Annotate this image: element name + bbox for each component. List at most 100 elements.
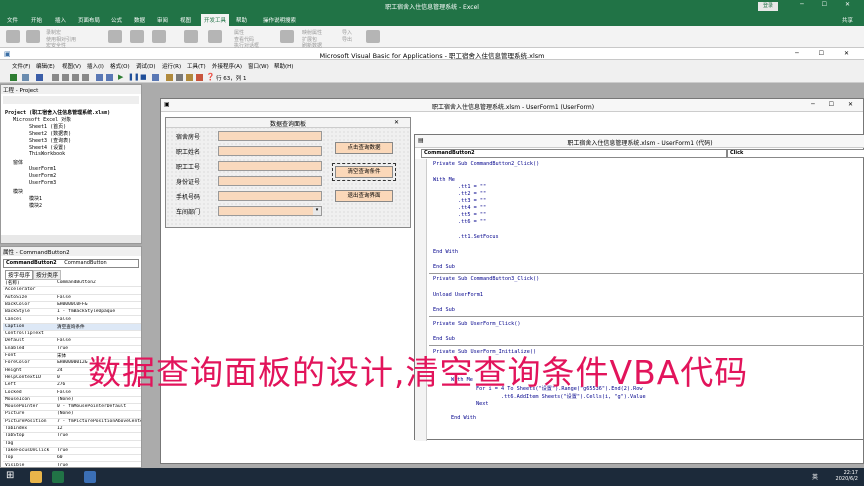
menu-file[interactable]: 文件(F) [12, 62, 30, 70]
tree-userform1[interactable]: UserForm1 [29, 166, 56, 172]
com-addins-icon[interactable] [152, 30, 166, 43]
properties-window-icon[interactable] [176, 74, 183, 81]
property-row[interactable]: TabStop True [3, 433, 141, 441]
property-row[interactable]: Tag [3, 441, 141, 448]
menu-debug[interactable]: 调试(D) [136, 62, 156, 70]
map-properties[interactable]: 映射属性 [302, 29, 322, 36]
tt6-department-combobox[interactable]: ▾ [218, 206, 322, 216]
menu-addins[interactable]: 外接程序(A) [212, 62, 242, 70]
tree-module2[interactable]: 模块2 [29, 202, 42, 209]
macros-icon[interactable] [26, 30, 40, 43]
tt1-room-input[interactable] [218, 131, 322, 141]
property-value[interactable]: 7 - fmPicturePositionAboveCenter [57, 419, 141, 424]
property-value[interactable]: False [57, 317, 141, 322]
insert-module-icon[interactable] [22, 74, 29, 81]
code-margin[interactable] [415, 159, 427, 441]
project-scrollbar[interactable] [1, 235, 141, 243]
help-icon[interactable]: ❓ [206, 73, 215, 81]
vba-taskbar-icon[interactable] [84, 471, 96, 483]
menu-format[interactable]: 格式(O) [110, 62, 130, 70]
menu-help[interactable]: 帮助(H) [274, 62, 293, 70]
property-row[interactable]: Caption 清空查询条件 [3, 323, 141, 332]
tab-insert[interactable]: 插入 [55, 16, 66, 24]
insert-control-icon[interactable] [184, 30, 198, 43]
properties-command[interactable]: 属性 [234, 29, 244, 36]
property-value[interactable]: 12 [57, 426, 141, 431]
tree-sheet2[interactable]: Sheet2 (数据表) [29, 130, 71, 137]
property-row[interactable]: PicturePosition 7 - fmPicturePositionAbov… [3, 419, 141, 426]
property-row[interactable]: AutoSize False [3, 295, 141, 302]
property-value[interactable]: (None) [57, 411, 141, 416]
property-row[interactable]: (名称) CommandButton2 [3, 280, 141, 288]
excel-icon[interactable] [10, 74, 17, 81]
object-browser-icon[interactable] [186, 74, 193, 81]
tab-categorized[interactable]: 按分类序 [33, 270, 62, 280]
share-button[interactable]: 共享 [842, 16, 853, 24]
vbe-window-controls[interactable]: ─ ☐ ✕ [795, 50, 858, 57]
tt4-idcard-input[interactable] [218, 176, 322, 186]
tab-formulas[interactable]: 公式 [111, 16, 122, 24]
object-dropdown[interactable]: CommandButton2 [421, 149, 727, 158]
tab-page-layout[interactable]: 页面布局 [78, 16, 100, 24]
break-icon[interactable]: ❚❚ [128, 73, 140, 81]
paste-icon[interactable] [72, 74, 79, 81]
reset-icon[interactable]: ■ [140, 73, 147, 81]
property-value[interactable]: 0 - fmMousePointerDefault [57, 404, 141, 409]
property-row[interactable]: MouseIcon (None) [3, 397, 141, 405]
property-row[interactable]: BackStyle 1 - fmBackStyleOpaque [3, 309, 141, 317]
chevron-down-icon[interactable]: ▾ [313, 207, 321, 215]
menu-window[interactable]: 窗口(W) [248, 62, 269, 70]
object-selector[interactable]: CommandButton2 CommandButton [3, 259, 139, 268]
tab-file[interactable]: 文件 [7, 16, 18, 24]
property-row[interactable]: Cancel False [3, 317, 141, 324]
property-value[interactable]: True [57, 433, 141, 438]
tree-userform3[interactable]: UserForm3 [29, 180, 56, 186]
tree-userform2[interactable]: UserForm2 [29, 173, 56, 179]
addins-icon[interactable] [108, 30, 122, 43]
tab-review[interactable]: 审阅 [157, 16, 168, 24]
tree-forms[interactable]: 窗体 [13, 159, 23, 166]
property-value[interactable]: CommandButton2 [57, 280, 141, 285]
window-controls[interactable]: ─ ☐ ✕ [800, 1, 858, 8]
tt2-name-input[interactable] [218, 146, 322, 156]
project-explorer-toolbar[interactable] [3, 96, 139, 104]
menu-run[interactable]: 运行(R) [162, 62, 181, 70]
property-row[interactable]: TabIndex 12 [3, 426, 141, 434]
code-editor[interactable]: Private Sub CommandButton2_Click() With … [429, 159, 864, 441]
property-row[interactable]: ControlTipText [3, 331, 141, 339]
system-clock[interactable]: 22:17 2020/6/2 [836, 470, 858, 482]
tree-modules[interactable]: 模块 [13, 188, 23, 195]
tab-alphabetic[interactable]: 按字母序 [5, 270, 34, 280]
design-mode-icon[interactable] [208, 30, 222, 43]
userform-window-controls[interactable]: ─ ☐ ✕ [811, 101, 859, 108]
excel-addins-icon[interactable] [130, 30, 144, 43]
procedure-dropdown[interactable]: Click [727, 149, 864, 158]
tab-data[interactable]: 数据 [134, 16, 145, 24]
property-value[interactable]: (None) [57, 397, 141, 402]
tab-home[interactable]: 开始 [31, 16, 42, 24]
cut-icon[interactable] [52, 74, 59, 81]
property-value[interactable]: False [57, 295, 141, 300]
import-command[interactable]: 导入 [342, 29, 352, 36]
document-panel-icon[interactable] [366, 30, 380, 43]
tab-developer[interactable]: 开发工具 [201, 14, 230, 26]
menu-edit[interactable]: 编辑(E) [36, 62, 55, 70]
property-row[interactable]: MousePointer 0 - fmMousePointerDefault [3, 404, 141, 412]
tree-sheet1[interactable]: Sheet1 (首页) [29, 123, 66, 130]
project-explorer-icon[interactable] [166, 74, 173, 81]
property-value[interactable]: 清空查询条件 [57, 324, 141, 330]
property-value[interactable]: 60 [57, 455, 141, 460]
property-value[interactable]: True [57, 463, 141, 468]
file-explorer-icon[interactable] [30, 471, 42, 483]
copy-icon[interactable] [62, 74, 69, 81]
excel-taskbar-icon[interactable] [52, 471, 64, 483]
tree-thisworkbook[interactable]: ThisWorkbook [29, 151, 65, 157]
tab-help[interactable]: 帮助 [236, 16, 247, 24]
login-button[interactable]: 登录 [758, 2, 779, 11]
menu-view[interactable]: 视图(V) [62, 62, 81, 70]
windows-start-icon[interactable]: ⊞ [6, 470, 14, 481]
toolbox-icon[interactable] [196, 74, 203, 81]
query-data-button[interactable]: 点击查询数据 [335, 142, 393, 154]
property-row[interactable]: TakeFocusOnClick True [3, 448, 141, 456]
run-icon[interactable]: ▶ [118, 73, 123, 81]
